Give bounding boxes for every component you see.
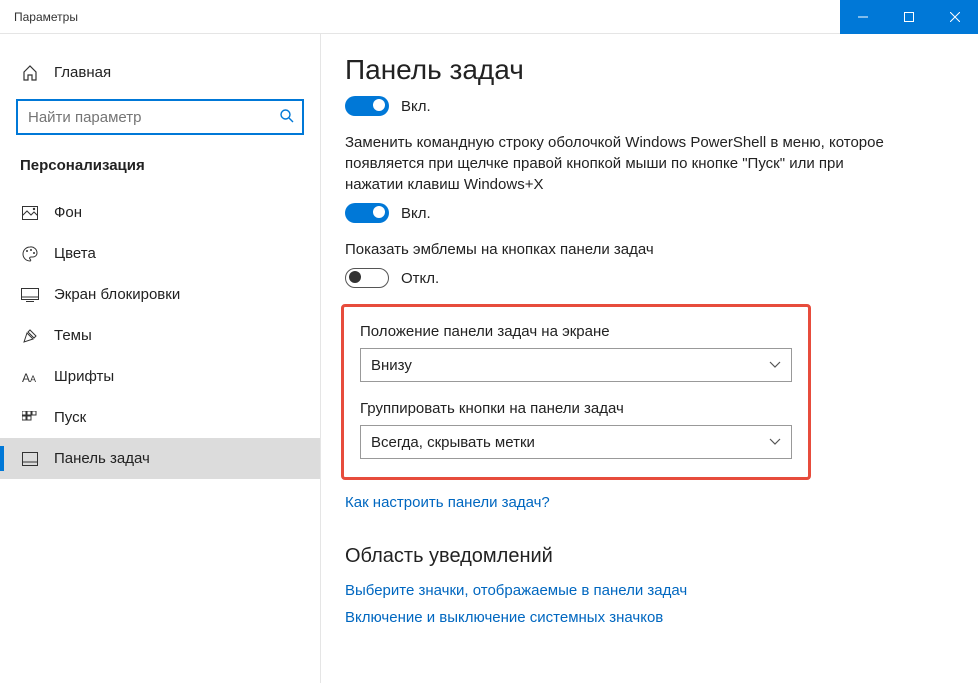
maximize-button[interactable]	[886, 0, 932, 34]
sidebar: Главная Персонализация Фон Цвета Экран б…	[0, 34, 321, 683]
home-label: Главная	[54, 64, 111, 81]
sidebar-item-fonts[interactable]: AA Шрифты	[0, 356, 320, 397]
group-label: Группировать кнопки на панели задач	[360, 400, 792, 417]
system-icons-link[interactable]: Включение и выключение системных значков	[345, 609, 948, 626]
search-container	[0, 91, 320, 149]
sidebar-item-label: Темы	[54, 327, 92, 344]
group-value: Всегда, скрывать метки	[371, 434, 535, 451]
lockscreen-icon	[20, 288, 40, 302]
sidebar-item-label: Пуск	[54, 409, 86, 426]
sidebar-item-background[interactable]: Фон	[0, 192, 320, 233]
page-title: Панель задач	[345, 54, 948, 86]
toggle-switch-2[interactable]	[345, 203, 389, 223]
toggle-row-2: Вкл.	[345, 203, 948, 223]
notification-area-heading: Область уведомлений	[345, 545, 948, 568]
toggle-state-3: Откл.	[401, 270, 439, 287]
chevron-down-icon	[769, 361, 781, 369]
title-bar: Параметры	[0, 0, 978, 34]
home-icon	[20, 65, 40, 81]
highlight-box: Положение панели задач на экране Внизу Г…	[341, 304, 811, 480]
badges-description: Показать эмблемы на кнопках панели задач	[345, 239, 905, 260]
close-button[interactable]	[932, 0, 978, 34]
search-input[interactable]	[16, 99, 304, 135]
sidebar-item-label: Шрифты	[54, 368, 114, 385]
toggle-switch-3[interactable]	[345, 268, 389, 288]
powershell-description: Заменить командную строку оболочкой Wind…	[345, 132, 905, 195]
toggle-row-3: Откл.	[345, 268, 948, 288]
help-link[interactable]: Как настроить панели задач?	[345, 494, 948, 511]
start-icon	[20, 411, 40, 425]
themes-icon	[20, 328, 40, 344]
close-icon	[950, 12, 960, 22]
group-dropdown[interactable]: Всегда, скрывать метки	[360, 425, 792, 459]
minimize-icon	[858, 12, 868, 22]
select-icons-link[interactable]: Выберите значки, отображаемые в панели з…	[345, 582, 948, 599]
palette-icon	[20, 246, 40, 262]
section-title: Персонализация	[0, 149, 320, 192]
maximize-icon	[904, 12, 914, 22]
svg-text:A: A	[30, 374, 36, 384]
toggle-state-1: Вкл.	[401, 98, 431, 115]
sidebar-item-label: Панель задач	[54, 450, 150, 467]
toggle-row-1: Вкл.	[345, 96, 948, 116]
home-link[interactable]: Главная	[0, 54, 320, 91]
main-panel: Панель задач Вкл. Заменить командную стр…	[321, 34, 978, 683]
sidebar-item-label: Экран блокировки	[54, 286, 180, 303]
toggle-switch-1[interactable]	[345, 96, 389, 116]
fonts-icon: AA	[20, 370, 40, 384]
toggle-state-2: Вкл.	[401, 205, 431, 222]
chevron-down-icon	[769, 438, 781, 446]
taskbar-icon	[20, 452, 40, 466]
position-dropdown[interactable]: Внизу	[360, 348, 792, 382]
minimize-button[interactable]	[840, 0, 886, 34]
picture-icon	[20, 206, 40, 220]
sidebar-item-lockscreen[interactable]: Экран блокировки	[0, 274, 320, 315]
window-controls	[840, 0, 978, 34]
window-title: Параметры	[0, 10, 78, 24]
position-value: Внизу	[371, 357, 412, 374]
sidebar-item-themes[interactable]: Темы	[0, 315, 320, 356]
search-icon	[280, 109, 294, 123]
svg-text:A: A	[22, 371, 30, 384]
sidebar-item-label: Фон	[54, 204, 82, 221]
position-label: Положение панели задач на экране	[360, 323, 792, 340]
sidebar-item-start[interactable]: Пуск	[0, 397, 320, 438]
sidebar-item-label: Цвета	[54, 245, 96, 262]
sidebar-item-taskbar[interactable]: Панель задач	[0, 438, 320, 479]
sidebar-item-colors[interactable]: Цвета	[0, 233, 320, 274]
